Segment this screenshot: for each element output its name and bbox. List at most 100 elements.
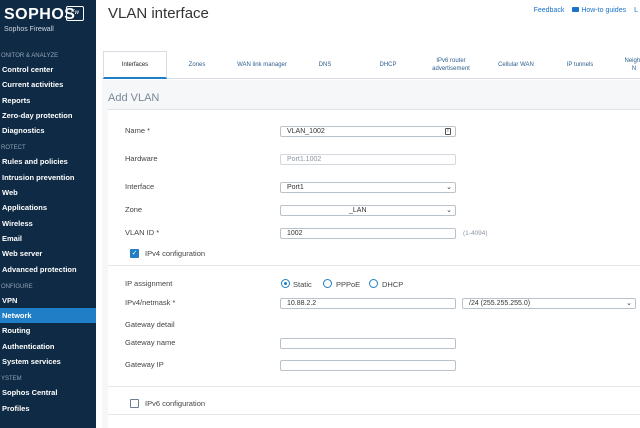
sidebar-item-rules-and-policies[interactable]: Rules and policies — [0, 154, 96, 169]
tab-label-line2: advertisement — [432, 66, 470, 72]
sidebar-item-system-services[interactable]: System services — [0, 354, 96, 369]
tab-zones[interactable]: Zones — [172, 51, 222, 79]
header-links: Feedback How-to guides L — [534, 7, 638, 14]
sidebar-section-monitor: ONITOR & ANALYZE — [1, 53, 59, 59]
zone-value: _LAN — [349, 207, 367, 214]
interface-label: Interface — [125, 182, 155, 191]
vlan-id-input[interactable]: 1002 — [280, 228, 456, 239]
text-cursor-icon: I — [445, 128, 451, 135]
sidebar-item-advanced-protection[interactable]: Advanced protection — [0, 262, 96, 277]
header-extra-link[interactable]: L — [634, 7, 638, 14]
sidebar-item-sophos-central[interactable]: Sophos Central — [0, 385, 96, 400]
pppoe-radio-label: PPPoE — [336, 280, 361, 289]
sophos-logo[interactable]: SOPHOS Sophos Firewall Fw — [0, 0, 96, 46]
sidebar-section-configure: ONFIGURE — [1, 283, 33, 290]
section-divider — [108, 265, 640, 266]
interface-select[interactable]: Port1 ⌄ — [280, 182, 456, 193]
sidebar-item-web-server[interactable]: Web server — [0, 246, 96, 261]
ipv4-configuration-label: IPv4 configuration — [145, 249, 206, 258]
sidebar-item-routing[interactable]: Routing — [0, 323, 96, 338]
gateway-ip-label: Gateway IP — [125, 360, 164, 369]
ipv4-netmask-label: IPv4/netmask * — [125, 298, 176, 307]
name-label: Name * — [125, 126, 151, 135]
ipv4-configuration-checkbox[interactable]: ✓ — [130, 249, 139, 258]
name-value: VLAN_1002 — [287, 128, 325, 135]
logo-subtitle: Sophos Firewall — [4, 26, 54, 33]
add-vlan-title: Add VLAN — [108, 92, 160, 104]
vlan-id-label: VLAN ID * — [125, 228, 160, 237]
gateway-ip-input[interactable] — [280, 360, 456, 371]
chevron-down-icon: ⌄ — [446, 207, 452, 214]
tab-ip-tunnels[interactable]: IP tunnels — [552, 51, 608, 79]
sidebar: SOPHOS Sophos Firewall Fw ONITOR & ANALY… — [0, 0, 96, 428]
section-divider — [108, 386, 640, 387]
gateway-name-input[interactable] — [280, 338, 456, 349]
tab-label-line1: IPv6 router — [436, 58, 466, 64]
interface-value: Port1 — [287, 184, 304, 191]
tab-label: WAN link manager — [237, 62, 287, 68]
chevron-down-icon: ⌄ — [446, 184, 452, 191]
video-icon — [572, 7, 580, 12]
tab-label: DHCP — [379, 62, 397, 68]
ipv4-address-input[interactable]: 10.88.2.2 — [280, 298, 456, 309]
hardware-field: Port1.1002 — [280, 154, 456, 165]
sidebar-item-authentication[interactable]: Authentication — [0, 339, 96, 354]
ip-assignment-label: IP assignment — [125, 279, 173, 288]
vlan-id-value: 1002 — [287, 230, 303, 237]
tab-dhcp[interactable]: DHCP — [364, 51, 412, 79]
sidebar-item-diagnostics[interactable]: Diagnostics — [0, 123, 96, 138]
sidebar-item-network[interactable]: Network — [0, 308, 96, 324]
tab-label: Cellular WAN — [498, 62, 534, 68]
how-to-guides-link[interactable]: How-to guides — [572, 7, 626, 14]
tab-label-line1: Neighb — [624, 58, 640, 64]
sidebar-item-web[interactable]: Web — [0, 185, 96, 200]
gateway-name-label: Gateway name — [125, 338, 176, 347]
chevron-down-icon: ⌄ — [626, 300, 632, 307]
zone-select[interactable]: _LAN ⌄ — [280, 205, 456, 216]
sidebar-item-wireless[interactable]: Wireless — [0, 216, 96, 231]
tab-wan-link-manager[interactable]: WAN link manager — [227, 51, 297, 79]
tab-label: Interfaces — [121, 61, 149, 68]
gateway-detail-label: Gateway detail — [125, 320, 175, 329]
tab-neighbors[interactable]: Neighb N — [614, 51, 640, 79]
feedback-link[interactable]: Feedback — [534, 7, 565, 14]
hardware-label: Hardware — [125, 154, 158, 163]
tab-cellular-wan[interactable]: Cellular WAN — [488, 51, 544, 79]
name-input[interactable]: VLAN_1002 I — [280, 126, 456, 137]
sidebar-item-current-activities[interactable]: Current activities — [0, 77, 96, 92]
page-title: VLAN interface — [108, 5, 209, 22]
sidebar-item-intrusion-prevention[interactable]: Intrusion prevention — [0, 170, 96, 185]
dhcp-radio[interactable] — [369, 279, 378, 288]
static-radio-label: Static — [293, 280, 312, 289]
tab-bar: Interfaces Zones WAN link manager DNS DH… — [102, 51, 640, 79]
netmask-select[interactable]: /24 (255.255.255.0) ⌄ — [462, 298, 636, 309]
tab-label: DNS — [318, 62, 332, 68]
sidebar-item-zero-day-protection[interactable]: Zero-day protection — [0, 108, 96, 123]
section-divider — [108, 414, 640, 415]
sidebar-item-control-center[interactable]: Control center — [0, 62, 96, 77]
ipv4-address-value: 10.88.2.2 — [287, 300, 317, 307]
sidebar-section-protect: ROTECT — [1, 145, 26, 152]
dhcp-radio-label: DHCP — [382, 280, 404, 289]
tab-interfaces[interactable]: Interfaces — [103, 51, 167, 79]
sidebar-item-applications[interactable]: Applications — [0, 200, 96, 215]
tab-label: Zones — [188, 62, 206, 68]
pppoe-radio[interactable] — [323, 279, 332, 288]
sidebar-item-reports[interactable]: Reports — [0, 93, 96, 108]
tab-ipv6-router-advertisement[interactable]: IPv6 router advertisement — [420, 51, 482, 79]
tab-label: IP tunnels — [566, 62, 594, 68]
checkmark-icon: ✓ — [131, 250, 138, 257]
sidebar-item-email[interactable]: Email — [0, 231, 96, 246]
static-radio[interactable] — [281, 279, 290, 288]
sidebar-item-profiles[interactable]: Profiles — [0, 401, 96, 416]
ipv6-configuration-checkbox[interactable] — [130, 399, 139, 408]
tab-label-line2: N — [631, 66, 637, 72]
hardware-value: Port1.1002 — [287, 156, 322, 163]
fw-badge-icon: Fw — [66, 6, 84, 21]
tab-dns[interactable]: DNS — [304, 51, 346, 79]
netmask-value: /24 (255.255.255.0) — [469, 300, 531, 307]
how-to-guides-label: How-to guides — [581, 7, 627, 14]
sidebar-section-system: YSTEM — [1, 376, 22, 383]
vlan-id-range-hint: (1-4094) — [463, 230, 488, 237]
sidebar-item-vpn[interactable]: VPN — [0, 293, 96, 308]
